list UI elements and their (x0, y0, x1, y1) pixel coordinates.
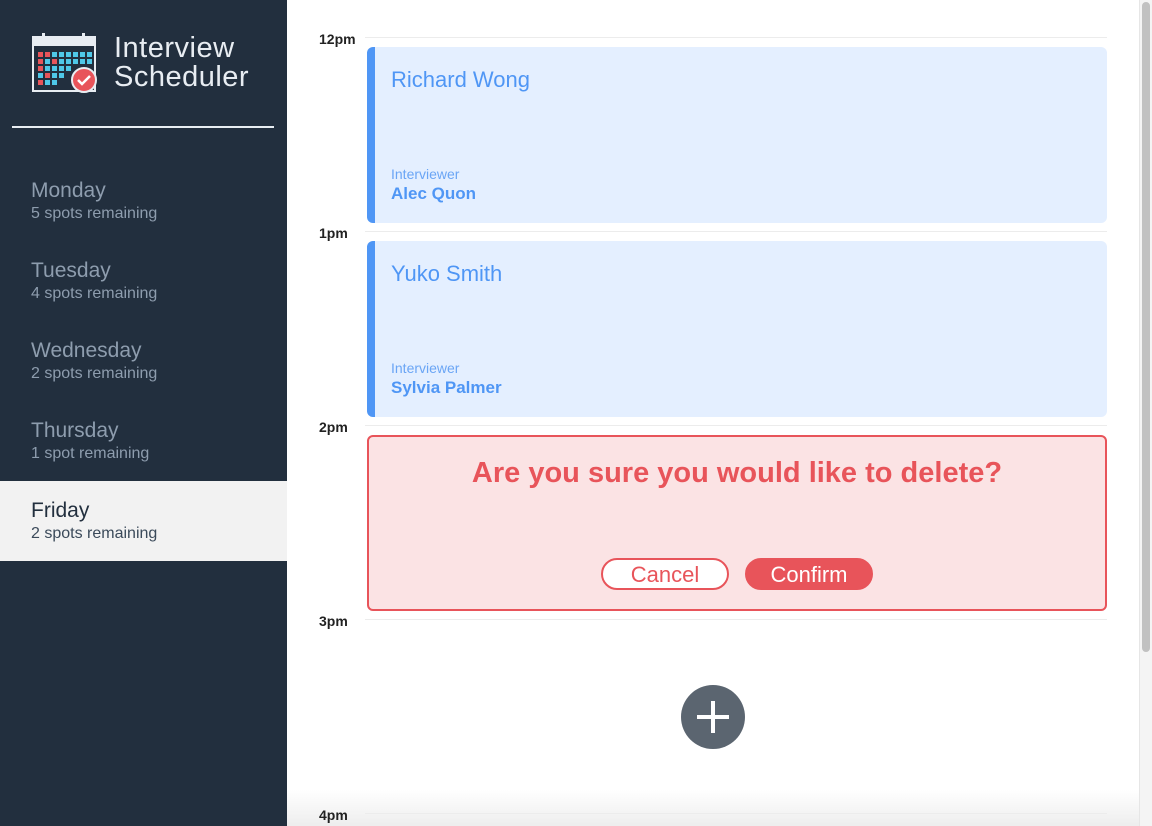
day-name: Thursday (31, 419, 119, 442)
time-label: 4pm (319, 807, 348, 823)
day-spots: 2 spots remaining (31, 365, 158, 382)
day-name: Friday (31, 499, 90, 522)
appointment-card[interactable]: Richard Wong Interviewer Alec Quon (367, 47, 1107, 223)
interviewer-label: Interviewer (391, 166, 460, 182)
scroll-fade (287, 790, 1139, 826)
scrollbar[interactable] (1139, 0, 1152, 826)
hour-divider (365, 231, 1107, 232)
hour-divider (365, 619, 1107, 620)
day-item-wednesday[interactable]: Wednesday 2 spots remaining (0, 321, 287, 401)
day-spots: 5 spots remaining (31, 205, 158, 222)
interviewer-name: Sylvia Palmer (391, 378, 502, 397)
plus-icon (697, 701, 729, 733)
calendar-check-icon (32, 33, 97, 93)
cancel-button[interactable]: Cancel (601, 558, 729, 590)
time-label: 3pm (319, 613, 348, 629)
sidebar-divider (12, 126, 274, 128)
student-name: Richard Wong (391, 67, 530, 92)
interviewer-label: Interviewer (391, 360, 460, 376)
delete-confirm-dialog: Are you sure you would like to delete? C… (367, 435, 1107, 611)
add-appointment-button[interactable] (681, 685, 745, 749)
hour-divider (365, 37, 1107, 38)
app-title: Interview Scheduler (114, 34, 249, 92)
hour-divider (365, 813, 1107, 814)
interviewer-name: Alec Quon (391, 184, 477, 203)
day-item-thursday[interactable]: Thursday 1 spot remaining (0, 401, 287, 481)
day-item-monday[interactable]: Monday 5 spots remaining (0, 161, 287, 241)
hour-divider (365, 425, 1107, 426)
scrollbar-thumb[interactable] (1142, 2, 1150, 652)
sidebar: Interview Scheduler Monday 5 spots remai… (0, 0, 287, 826)
app-title-line2: Scheduler (114, 61, 250, 93)
appointment-card[interactable]: Yuko Smith Interviewer Sylvia Palmer (367, 241, 1107, 417)
day-spots: 4 spots remaining (31, 285, 158, 302)
time-label: 2pm (319, 419, 348, 435)
day-name: Wednesday (31, 339, 142, 362)
confirm-button[interactable]: Confirm (745, 558, 873, 590)
app-title-line1: Interview (114, 32, 235, 64)
time-label: 12pm (319, 31, 356, 47)
day-spots: 1 spot remaining (31, 445, 150, 462)
confirm-message: Are you sure you would like to delete? (471, 457, 1003, 489)
day-item-tuesday[interactable]: Tuesday 4 spots remaining (0, 241, 287, 321)
day-item-friday[interactable]: Friday 2 spots remaining (0, 481, 287, 561)
day-list: Monday 5 spots remaining Tuesday 4 spots… (0, 161, 287, 561)
day-name: Tuesday (31, 259, 111, 282)
day-spots: 2 spots remaining (31, 525, 158, 542)
schedule: 12pm Richard Wong Interviewer Alec Quon … (287, 0, 1139, 826)
brand: Interview Scheduler (0, 0, 287, 130)
time-label: 1pm (319, 225, 348, 241)
day-name: Monday (31, 179, 106, 202)
student-name: Yuko Smith (391, 261, 503, 286)
